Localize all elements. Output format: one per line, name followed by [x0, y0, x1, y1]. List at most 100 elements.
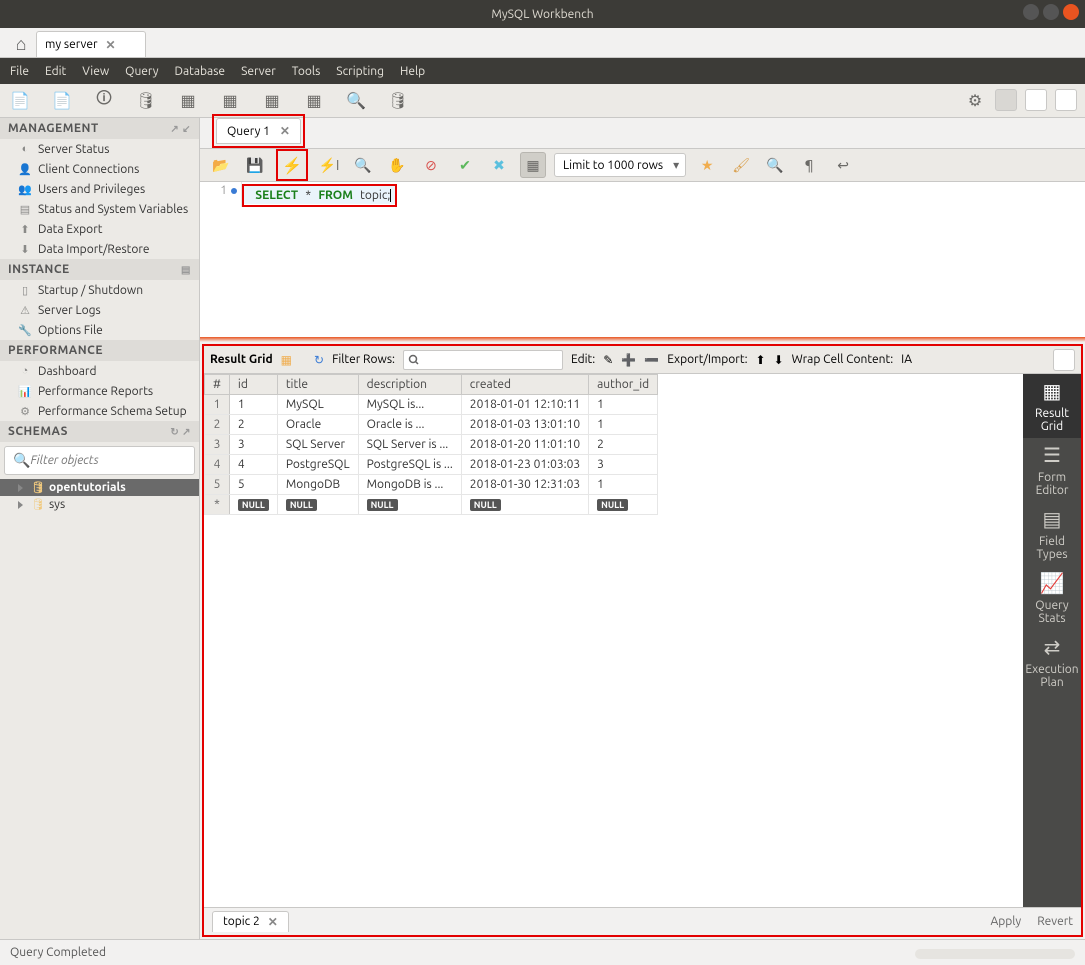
- cell[interactable]: 2018-01-03 13:01:10: [461, 415, 588, 435]
- menu-view[interactable]: View: [82, 65, 109, 78]
- close-icon[interactable]: ✕: [106, 38, 116, 52]
- tab-query1[interactable]: Query 1 ✕: [216, 118, 301, 144]
- cell[interactable]: 2: [229, 415, 277, 435]
- cell[interactable]: SQL Server: [277, 435, 358, 455]
- sidebar-item-perf-schema[interactable]: ⚙Performance Schema Setup: [0, 401, 199, 421]
- cell[interactable]: 2018-01-30 12:31:03: [461, 475, 588, 495]
- cell[interactable]: 2: [589, 435, 658, 455]
- sidebar-item-users[interactable]: 👥Users and Privileges: [0, 179, 199, 199]
- cell[interactable]: 3: [229, 435, 277, 455]
- menu-help[interactable]: Help: [400, 65, 425, 78]
- cell[interactable]: NULL: [277, 495, 358, 515]
- sidebar-item-dashboard[interactable]: ◔Dashboard: [0, 361, 199, 381]
- toggle-left-pane-button[interactable]: [995, 89, 1017, 111]
- cell[interactable]: 4: [229, 455, 277, 475]
- rollback-icon[interactable]: ✖: [486, 152, 512, 178]
- cell[interactable]: PostgreSQL is ...: [358, 455, 461, 475]
- table-row[interactable]: 55MongoDBMongoDB is ...2018-01-30 12:31:…: [205, 475, 658, 495]
- autocommit-toggle[interactable]: ▦: [520, 152, 546, 178]
- row-limit-dropdown[interactable]: Limit to 1000 rows: [554, 153, 686, 177]
- schema-icon[interactable]: 🛢: [134, 89, 158, 113]
- open-file-icon[interactable]: 📂: [208, 152, 234, 178]
- panel-execution-plan[interactable]: ⇄Execution Plan: [1023, 630, 1081, 694]
- cell[interactable]: MySQL: [277, 395, 358, 415]
- cell[interactable]: 4: [205, 455, 230, 475]
- menu-tools[interactable]: Tools: [292, 65, 321, 78]
- cell[interactable]: MongoDB: [277, 475, 358, 495]
- cell[interactable]: 3: [205, 435, 230, 455]
- cell[interactable]: NULL: [358, 495, 461, 515]
- close-icon[interactable]: ✕: [268, 915, 278, 929]
- cell[interactable]: 1: [589, 415, 658, 435]
- col-header[interactable]: #: [205, 375, 230, 395]
- cell[interactable]: NULL: [229, 495, 277, 515]
- stop-icon[interactable]: ✋: [384, 152, 410, 178]
- sidebar-item-logs[interactable]: ⚠Server Logs: [0, 300, 199, 320]
- new-sql-tab-icon[interactable]: 📄: [8, 89, 32, 113]
- cell[interactable]: 2018-01-20 11:01:10: [461, 435, 588, 455]
- toggle-right-pane-button[interactable]: [1055, 89, 1077, 111]
- procedure-icon[interactable]: ▦: [260, 89, 284, 113]
- grid-icon[interactable]: ▦: [281, 353, 292, 367]
- close-icon[interactable]: ✕: [280, 124, 290, 138]
- delete-row-icon[interactable]: ➖: [644, 353, 659, 367]
- open-sql-file-icon[interactable]: 📄: [50, 89, 74, 113]
- cell[interactable]: 2: [205, 415, 230, 435]
- schema-filter-input[interactable]: [30, 454, 186, 467]
- sql-editor-line[interactable]: SELECT * FROM topic;: [244, 186, 395, 204]
- menu-server[interactable]: Server: [241, 65, 276, 78]
- cell[interactable]: MongoDB is ...: [358, 475, 461, 495]
- sidebar-item-options[interactable]: 🔧Options File: [0, 320, 199, 340]
- import-icon[interactable]: ⬇: [774, 353, 784, 367]
- save-file-icon[interactable]: 💾: [242, 152, 268, 178]
- cell[interactable]: Oracle: [277, 415, 358, 435]
- schema-sys[interactable]: 🛢sys: [0, 496, 199, 513]
- find-icon[interactable]: 🔍: [762, 152, 788, 178]
- col-header[interactable]: title: [277, 375, 358, 395]
- cell[interactable]: 1: [589, 475, 658, 495]
- cell[interactable]: 1: [205, 395, 230, 415]
- sidebar-item-status-vars[interactable]: ▤Status and System Variables: [0, 199, 199, 219]
- connection-tab[interactable]: my server ✕: [36, 31, 146, 57]
- revert-button[interactable]: Revert: [1037, 915, 1073, 928]
- expand-icon[interactable]: ↗ ↙: [170, 123, 191, 135]
- cell[interactable]: 5: [229, 475, 277, 495]
- gear-icon[interactable]: ⚙: [963, 89, 987, 113]
- table-row[interactable]: 33SQL ServerSQL Server is ...2018-01-20 …: [205, 435, 658, 455]
- cell[interactable]: NULL: [461, 495, 588, 515]
- edit-icon[interactable]: ✎: [603, 353, 613, 367]
- reconnect-icon[interactable]: 🛢: [386, 89, 410, 113]
- view-icon[interactable]: ▦: [218, 89, 242, 113]
- col-header[interactable]: description: [358, 375, 461, 395]
- table-row[interactable]: 44PostgreSQLPostgreSQL is ...2018-01-23 …: [205, 455, 658, 475]
- cancel-icon[interactable]: ⊘: [418, 152, 444, 178]
- table-icon[interactable]: ▦: [176, 89, 200, 113]
- sql-editor-blank[interactable]: [200, 207, 1085, 337]
- menu-scripting[interactable]: Scripting: [336, 65, 384, 78]
- table-row[interactable]: 22OracleOracle is ...2018-01-03 13:01:10…: [205, 415, 658, 435]
- schema-opentutorials[interactable]: 🛢opentutorials: [0, 479, 199, 496]
- col-header[interactable]: created: [461, 375, 588, 395]
- execute-cursor-icon[interactable]: ⚡I: [316, 152, 342, 178]
- menu-file[interactable]: File: [10, 65, 29, 78]
- add-row-icon[interactable]: ➕: [621, 353, 636, 367]
- cell[interactable]: MySQL is...: [358, 395, 461, 415]
- cell[interactable]: Oracle is ...: [358, 415, 461, 435]
- explain-icon[interactable]: 🔍: [350, 152, 376, 178]
- brush-icon[interactable]: 🖌: [728, 152, 754, 178]
- cell[interactable]: *: [205, 495, 230, 515]
- toggle-side-panel-button[interactable]: [1053, 349, 1075, 371]
- cell[interactable]: 2018-01-01 12:10:11: [461, 395, 588, 415]
- sidebar-item-data-export[interactable]: ⬆Data Export: [0, 219, 199, 239]
- maximize-button[interactable]: [1043, 4, 1059, 20]
- invisible-chars-icon[interactable]: ¶: [796, 152, 822, 178]
- panel-query-stats[interactable]: 📈Query Stats: [1023, 566, 1081, 630]
- cell[interactable]: 5: [205, 475, 230, 495]
- filter-rows-input[interactable]: [403, 350, 563, 370]
- table-row[interactable]: 11MySQLMySQL is...2018-01-01 12:10:111: [205, 395, 658, 415]
- cell[interactable]: NULL: [589, 495, 658, 515]
- sidebar-item-data-import[interactable]: ⬇Data Import/Restore: [0, 239, 199, 259]
- panel-field-types[interactable]: ▤Field Types: [1023, 502, 1081, 566]
- col-header[interactable]: author_id: [589, 375, 658, 395]
- col-header[interactable]: id: [229, 375, 277, 395]
